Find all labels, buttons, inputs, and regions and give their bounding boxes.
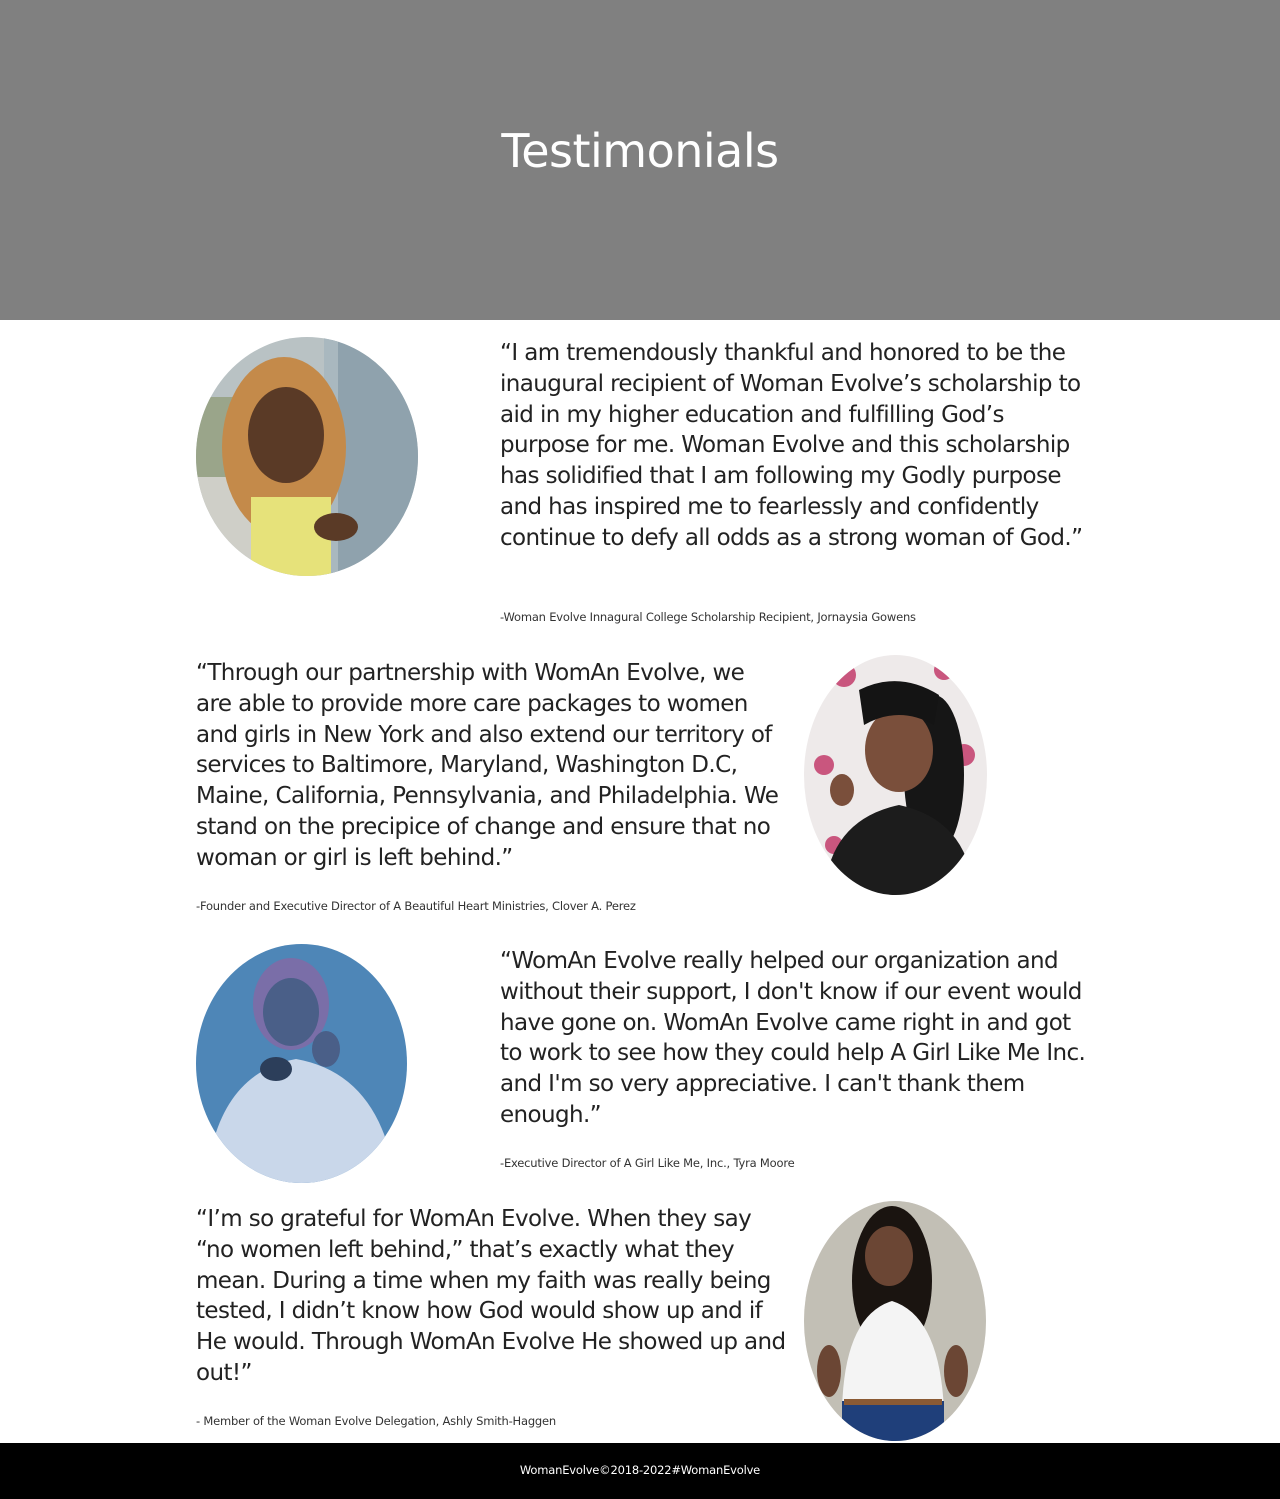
testimonial-attribution: -Founder and Executive Director of A Bea… bbox=[196, 899, 636, 913]
testimonial-photo-jornaysia-gowens bbox=[196, 337, 418, 576]
testimonial-attribution: -Executive Director of A Girl Like Me, I… bbox=[500, 1156, 795, 1170]
testimonial-quote: “I am tremendously thankful and honored … bbox=[500, 340, 1083, 551]
footer-copyright: WomanEvolve©2018-2022#WomanEvolve bbox=[519, 1463, 761, 1477]
testimonial-attribution: - Member of the Woman Evolve Delegation,… bbox=[196, 1414, 556, 1428]
page-title: Testimonials bbox=[501, 124, 779, 178]
testimonial-quote: “Through our partnership with WomAn Evol… bbox=[196, 660, 779, 871]
testimonial-quote: “I’m so grateful for WomAn Evolve. When … bbox=[196, 1206, 786, 1386]
testimonial-quote: “WomAn Evolve really helped our organiza… bbox=[500, 948, 1086, 1128]
hero-banner: Testimonials bbox=[0, 0, 1280, 320]
testimonial-photo-ashly-smith-haggen bbox=[804, 1201, 986, 1441]
testimonial-photo-clover-perez bbox=[804, 655, 987, 895]
testimonial-photo-tyra-moore bbox=[196, 944, 407, 1183]
page-footer: WomanEvolve©2018-2022#WomanEvolve bbox=[0, 1443, 1280, 1499]
testimonial-attribution: -Woman Evolve Innagural College Scholars… bbox=[500, 610, 916, 624]
